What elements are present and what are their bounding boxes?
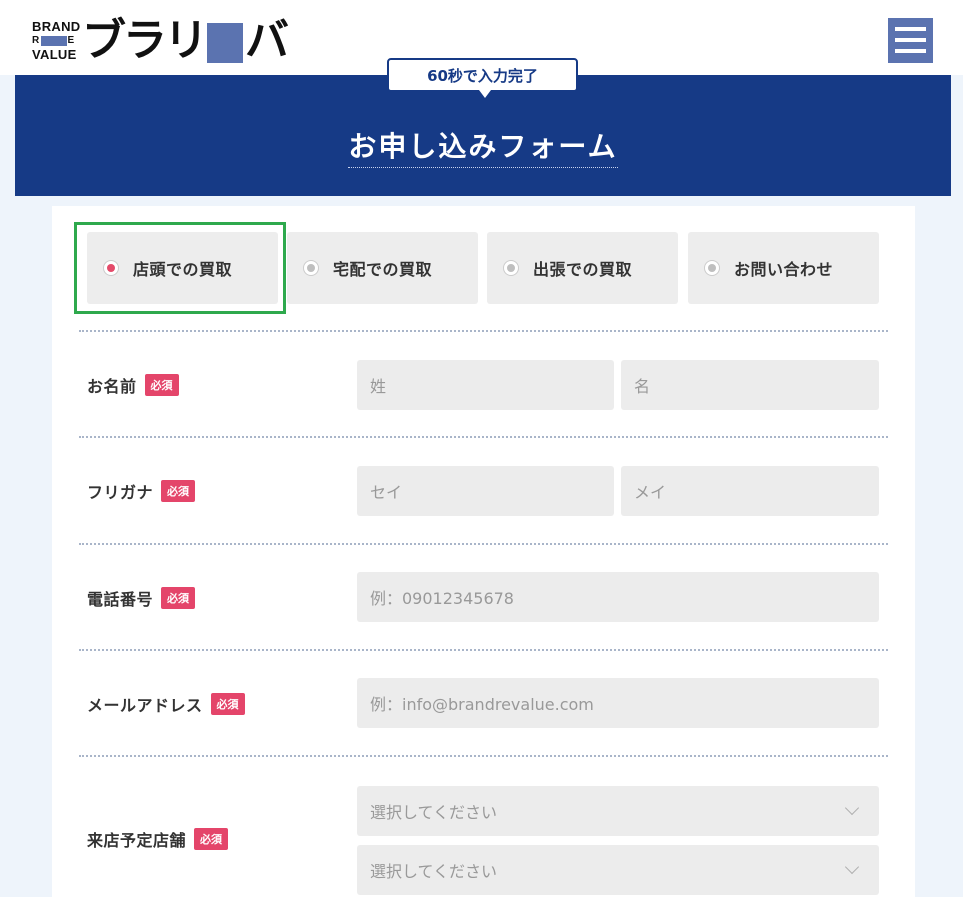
- store-select[interactable]: 選択してください: [357, 845, 879, 895]
- form-hero-banner: 60秒で入力完了 お申し込みフォーム: [15, 58, 951, 196]
- chevron-down-icon: [844, 859, 860, 875]
- tab-home-visit-purchase[interactable]: 出張での買取: [487, 232, 678, 304]
- chevron-down-icon: [844, 800, 860, 816]
- radio-icon[interactable]: [704, 260, 720, 276]
- radio-icon[interactable]: [303, 260, 319, 276]
- store-area-select[interactable]: 選択してください: [357, 786, 879, 836]
- email-label: メールアドレス: [87, 696, 203, 715]
- name-label: お名前: [87, 377, 137, 396]
- required-badge: 必須: [144, 374, 179, 396]
- store-row: 来店予定店舗 必須 選択してください 選択してください: [79, 755, 888, 897]
- application-form: 店頭での買取 宅配での買取 出張での買取 お問い合わせ お名前 必須 姓 名 フ…: [52, 206, 915, 897]
- name-row: お名前 必須 姓 名: [79, 330, 888, 436]
- tab-inquiry[interactable]: お問い合わせ: [688, 232, 879, 304]
- page-title: お申し込みフォーム: [348, 130, 618, 168]
- service-type-tabs: 店頭での買取 宅配での買取 出張での買取 お問い合わせ: [87, 232, 879, 304]
- logo-wordmark: BRAND RE VALUE: [32, 19, 81, 62]
- first-name-kana-input[interactable]: メイ: [621, 466, 879, 516]
- tab-in-store-purchase[interactable]: 店頭での買取: [87, 232, 278, 304]
- required-badge: 必須: [194, 828, 229, 850]
- brand-logo[interactable]: BRAND RE VALUE ブラリバ: [32, 15, 289, 66]
- radio-icon[interactable]: [103, 260, 119, 276]
- furigana-label: フリガナ: [87, 483, 154, 502]
- store-label: 来店予定店舗: [87, 831, 187, 850]
- logo-block: [207, 23, 243, 63]
- phone-row: 電話番号 必須 例：09012345678: [79, 543, 888, 649]
- furigana-row: フリガナ 必須 セイ メイ: [79, 436, 888, 542]
- logo-kana: ブラリバ: [82, 15, 289, 66]
- email-input[interactable]: 例：info@brandrevalue.com: [357, 678, 879, 728]
- first-name-input[interactable]: 名: [621, 360, 879, 410]
- radio-icon[interactable]: [503, 260, 519, 276]
- phone-input[interactable]: 例：09012345678: [357, 572, 879, 622]
- required-badge: 必須: [161, 480, 196, 502]
- email-row: メールアドレス 必須 例：info@brandrevalue.com: [79, 649, 888, 755]
- last-name-input[interactable]: 姓: [357, 360, 614, 410]
- speed-badge: 60秒で入力完了: [387, 58, 578, 98]
- last-name-kana-input[interactable]: セイ: [357, 466, 614, 516]
- required-badge: 必須: [161, 587, 196, 609]
- hamburger-menu-button[interactable]: [888, 18, 933, 63]
- phone-label: 電話番号: [87, 590, 154, 609]
- tab-delivery-purchase[interactable]: 宅配での買取: [287, 232, 478, 304]
- required-badge: 必須: [210, 693, 245, 715]
